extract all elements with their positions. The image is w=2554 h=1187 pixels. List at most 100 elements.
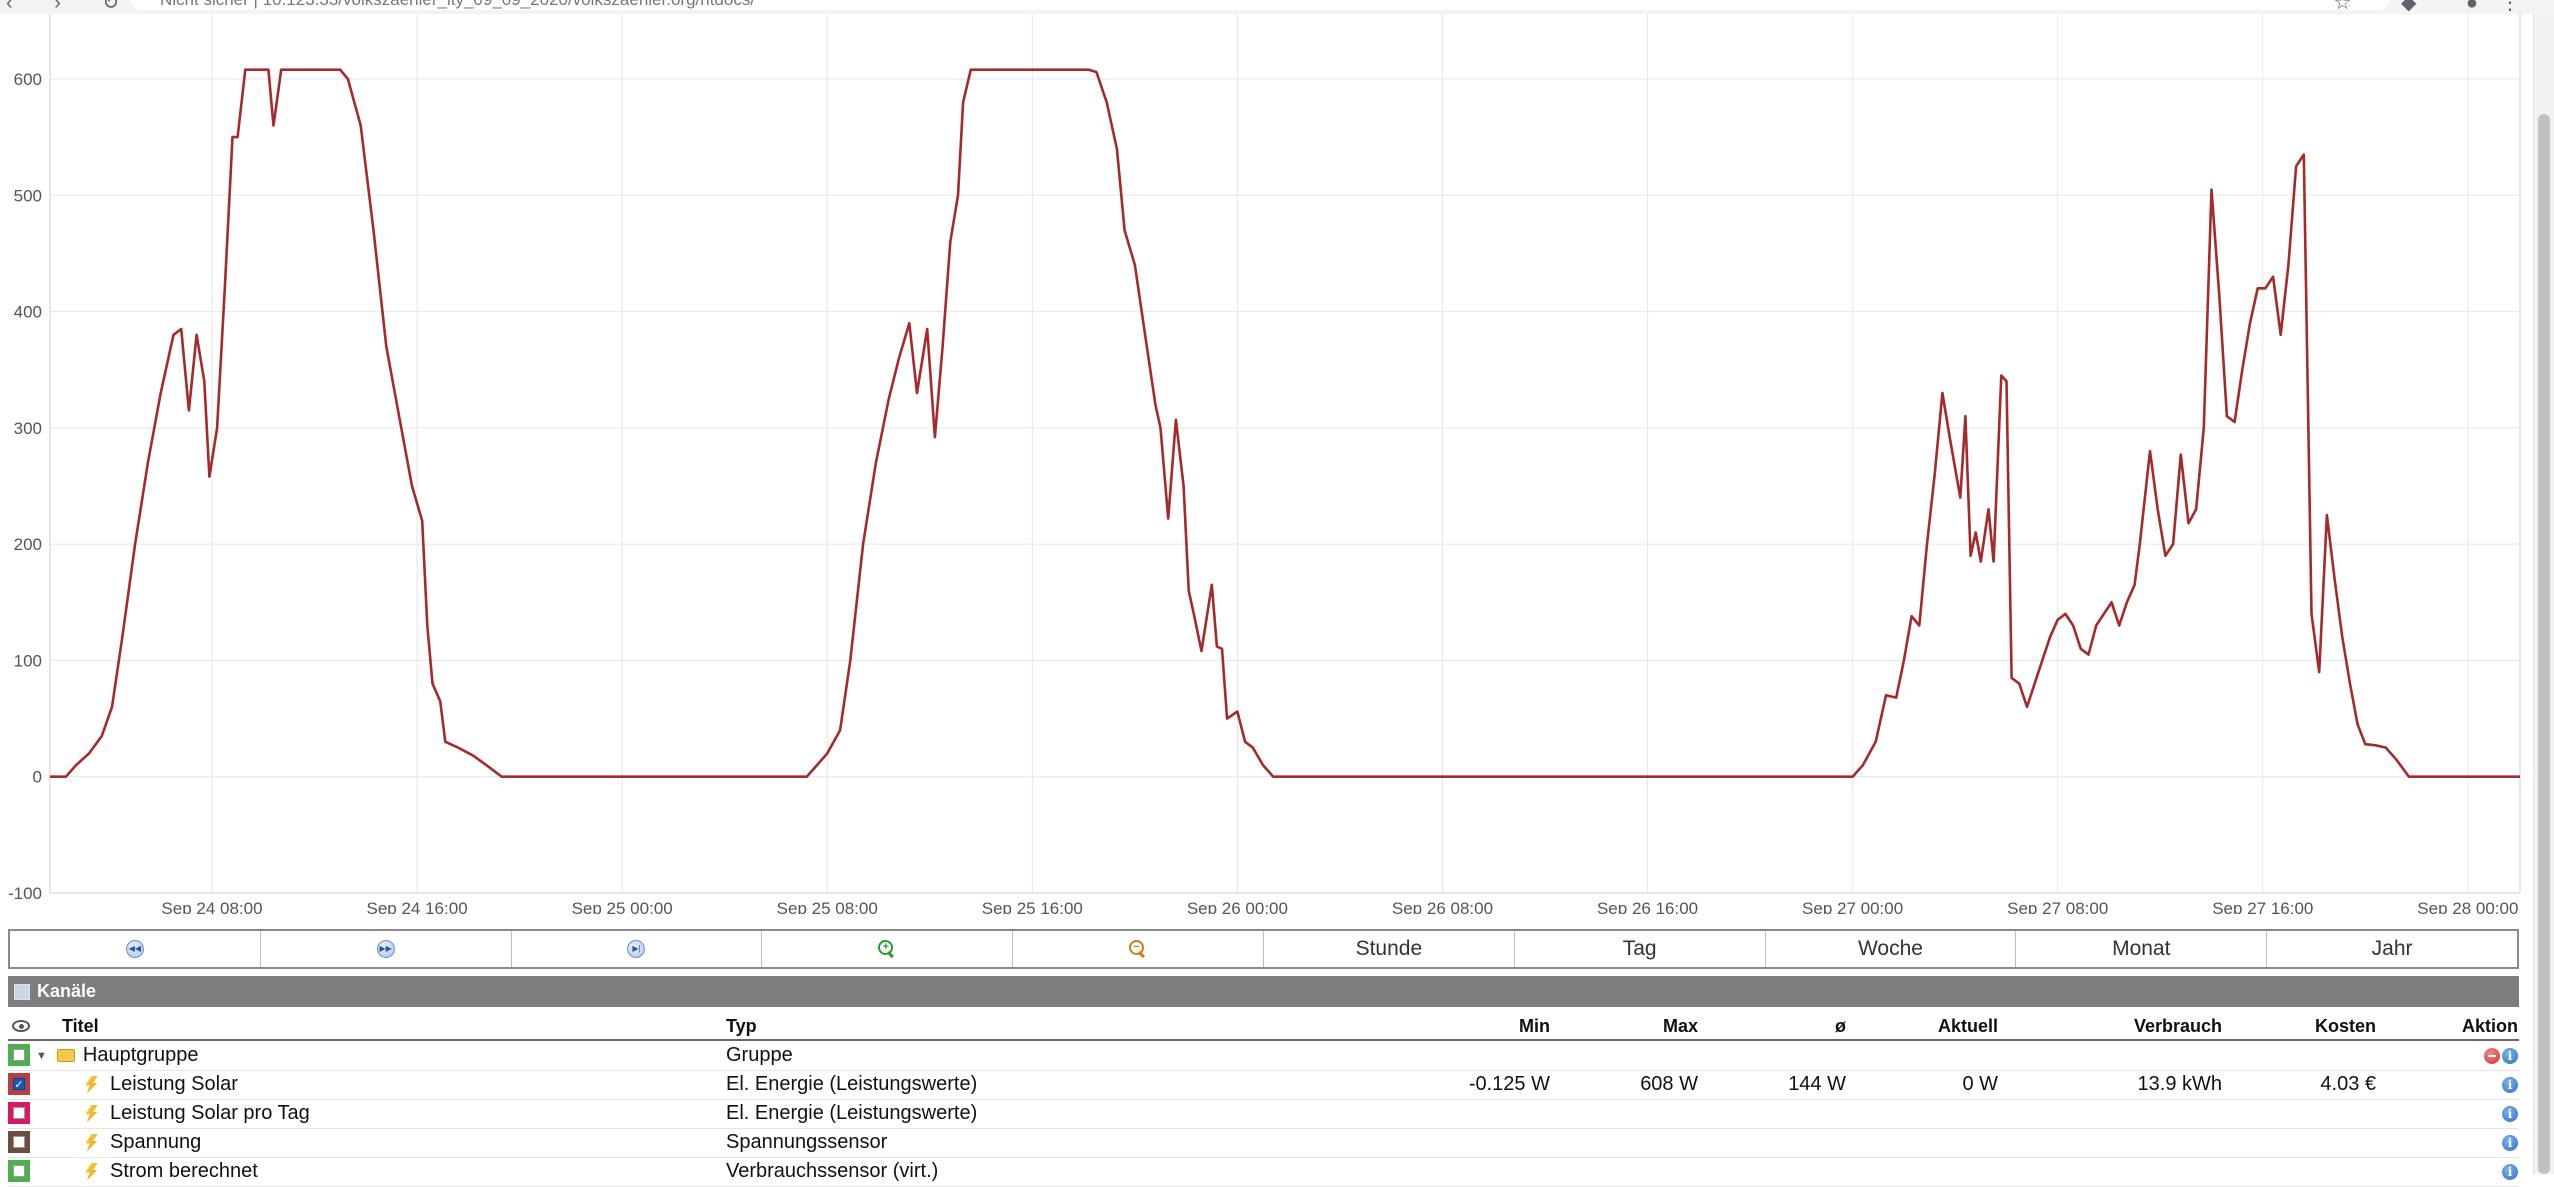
zoom-out-button[interactable]: − [1013,931,1264,967]
channel-min [1408,1128,1550,1157]
y-tick-label: 400 [14,303,42,322]
channel-consumption [2038,1128,2222,1157]
column-verbrauch[interactable]: Verbrauch [2038,1013,2222,1039]
channels-title: Kanäle [37,981,97,1001]
channel-row[interactable]: Spannung Spannungssensor i [8,1128,2519,1158]
channel-row[interactable]: Leistung Solar pro Tag El. Energie (Leist… [8,1099,2519,1129]
channel-title-cell[interactable]: ▼ Hauptgruppe [36,1041,199,1070]
y-tick-label: 500 [14,186,42,205]
channel-type: Verbrauchssensor (virt.) [726,1160,939,1182]
period-hour-button[interactable]: Stunde [1264,931,1515,967]
x-tick-label: Sep 24 16:00 [367,899,468,914]
page-scrollbar[interactable] [2533,14,2554,1174]
y-tick-label: 300 [14,419,42,438]
channel-title-cell[interactable]: Strom berechnet [84,1157,258,1186]
expand-triangle-icon[interactable]: ▼ [36,1050,47,1062]
channel-row[interactable]: ✓ Leistung Solar El. Energie (Leistungswe… [8,1070,2519,1100]
x-tick-label: Sep 28 00:00 [2417,899,2518,914]
channel-avg [1708,1099,1846,1128]
column-aktion[interactable]: Aktion [2388,1013,2518,1039]
lightning-icon [85,1075,98,1094]
info-icon[interactable]: i [2502,1134,2518,1151]
y-tick-label: 600 [14,70,42,89]
channel-visibility-checkbox[interactable] [8,1131,30,1153]
y-tick-label: 200 [14,535,42,554]
info-icon[interactable]: i [2502,1047,2518,1064]
channel-cost [2248,1041,2376,1070]
period-day-button[interactable]: Tag [1515,931,1766,967]
info-icon[interactable]: i [2502,1076,2518,1093]
channel-type: Gruppe [726,1044,793,1066]
browser-nav-icons[interactable]: ‹ › ↻ [6,0,137,14]
fast-forward-icon: ▶▶ [376,940,395,958]
y-tick-label: 100 [14,651,42,670]
browser-action-icons[interactable]: ☆ ◆ ●⋮ [2333,0,2542,14]
channel-consumption [2038,1157,2222,1186]
column-avg[interactable]: ø [1708,1013,1846,1039]
channel-actions: i [2388,1157,2518,1186]
scrollbar-thumb[interactable] [2538,114,2550,1174]
x-tick-label: Sep 25 08:00 [777,899,878,914]
info-icon[interactable]: i [2502,1105,2518,1122]
channel-type: El. Energie (Leistungswerte) [726,1102,978,1124]
channel-current [1858,1041,1998,1070]
address-bar-text[interactable]: Nicht sicher | 10.123.33/volkszaehler_it… [160,0,755,10]
lightning-icon [85,1104,98,1123]
channel-visibility-checkbox[interactable] [8,1044,30,1066]
channel-visibility-checkbox[interactable]: ✓ [8,1073,30,1095]
channel-avg: 144 W [1788,1073,1846,1095]
column-typ[interactable]: Typ [726,1013,757,1039]
column-min[interactable]: Min [1408,1013,1550,1039]
x-tick-label: Sep 25 16:00 [982,899,1083,914]
info-icon[interactable]: i [2502,1163,2518,1180]
channel-visibility-checkbox[interactable] [8,1160,30,1182]
channel-visibility-checkbox[interactable] [8,1102,30,1124]
move-forward-button[interactable]: ▶▶ [261,931,512,967]
move-back-button[interactable]: ◀◀ [10,931,261,967]
channel-row[interactable]: ▼ Hauptgruppe Gruppe i [8,1041,2519,1071]
period-week-button[interactable]: Woche [1766,931,2017,967]
channel-current [1858,1099,1998,1128]
channel-title-cell[interactable]: Spannung [84,1128,201,1157]
column-kosten[interactable]: Kosten [2248,1013,2376,1039]
column-aktuell[interactable]: Aktuell [1858,1013,1998,1039]
visibility-column-header [10,1013,32,1039]
x-tick-label: Sep 26 08:00 [1392,899,1493,914]
period-year-button[interactable]: Jahr [2267,931,2517,967]
zoom-in-button[interactable]: + [762,931,1014,967]
delete-icon[interactable] [2484,1047,2500,1064]
channel-actions: i [2388,1128,2518,1157]
channel-title: Leistung Solar pro Tag [110,1102,310,1124]
channel-cost [2248,1157,2376,1186]
channel-title: Leistung Solar [110,1073,238,1095]
move-to-now-button[interactable]: ▶| [512,931,763,967]
channel-consumption: 13.9 kWh [2137,1073,2222,1095]
x-tick-label: Sep 26 16:00 [1597,899,1698,914]
channel-title: Hauptgruppe [82,1044,199,1066]
folder-icon [56,1049,75,1062]
column-max[interactable]: Max [1558,1013,1698,1039]
eye-icon [12,1020,30,1032]
power-chart[interactable]: 600 500 400 300 200 100 0 -100 Sep 24 08:00 Sep … [0,14,2530,914]
zoom-out-icon: − [1129,940,1147,959]
channel-title-cell[interactable]: Leistung Solar pro Tag [84,1099,310,1128]
x-tick-label: Sep 24 08:00 [161,899,262,914]
channel-min: -0.125 W [1468,1073,1550,1095]
channel-current: 0 W [1962,1073,1998,1095]
channels-section-header[interactable]: Kanäle [8,976,2519,1007]
y-tick-label: -100 [8,884,42,903]
channel-min [1408,1041,1550,1070]
channel-max [1558,1041,1698,1070]
channel-title-cell[interactable]: Leistung Solar [84,1070,238,1099]
channels-table-header: Titel Typ Min Max ø Aktuell Verbrauch Ko… [8,1013,2519,1041]
period-month-button[interactable]: Monat [2016,931,2268,967]
channel-consumption [2038,1099,2222,1128]
channel-actions: i [2388,1099,2518,1128]
browser-toolbar: ‹ › ↻ Nicht sicher | 10.123.33/volkszaeh… [0,0,2554,14]
channel-row[interactable]: Strom berechnet Verbrauchssensor (virt.) … [8,1157,2519,1187]
channel-actions: i [2388,1070,2518,1099]
column-titel[interactable]: Titel [62,1013,99,1039]
y-tick-label: 0 [33,768,42,787]
table-icon [14,983,30,1000]
channel-avg [1708,1157,1846,1186]
